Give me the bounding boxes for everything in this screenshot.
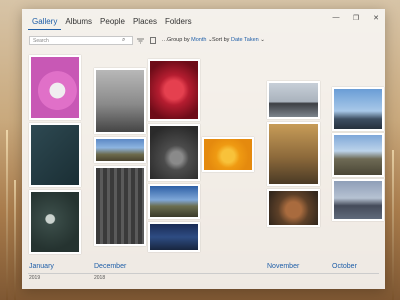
tab-places[interactable]: Places <box>129 15 161 30</box>
photo-thumbnail[interactable] <box>148 184 200 219</box>
year-label: 2018 <box>94 275 106 281</box>
photo-thumbnail[interactable] <box>332 87 384 131</box>
photo-thumbnail[interactable] <box>29 190 81 254</box>
month-label[interactable]: November <box>267 263 299 270</box>
photo-thumbnail[interactable] <box>332 133 384 177</box>
background-grass <box>14 180 16 300</box>
sort-by-dropdown[interactable]: Sort by Date Taken ⌄ <box>212 37 265 43</box>
photos-window: Gallery Albums People Places Folders — ❐… <box>22 9 385 289</box>
photo-thumbnail[interactable] <box>202 137 254 172</box>
maximize-button[interactable]: ❐ <box>351 14 361 22</box>
nav-tabs: Gallery Albums People Places Folders <box>28 15 196 30</box>
month-label[interactable]: December <box>94 263 126 270</box>
tab-albums[interactable]: Albums <box>61 15 96 30</box>
year-label: 2019 <box>29 275 41 281</box>
photo-thumbnail[interactable] <box>94 166 146 246</box>
import-icon[interactable] <box>148 36 157 45</box>
timeline-divider <box>28 273 379 274</box>
tab-folders[interactable]: Folders <box>161 15 196 30</box>
photo-thumbnail[interactable] <box>29 123 81 187</box>
background-grass <box>6 130 8 300</box>
window-controls: — ❐ ✕ <box>331 14 381 22</box>
photo-thumbnail[interactable] <box>148 59 200 121</box>
minimize-button[interactable]: — <box>331 14 341 22</box>
search-icon[interactable]: ⌕ <box>122 37 125 44</box>
month-label[interactable]: October <box>332 263 357 270</box>
group-by-dropdown[interactable]: Group by Month ⌄ <box>167 37 213 43</box>
photo-thumbnail[interactable] <box>29 55 81 120</box>
photo-thumbnail[interactable] <box>267 122 320 186</box>
close-button[interactable]: ✕ <box>371 14 381 22</box>
background-grass <box>392 150 394 300</box>
tab-gallery[interactable]: Gallery <box>28 15 62 30</box>
month-label[interactable]: January <box>29 263 54 270</box>
photo-thumbnail[interactable] <box>148 124 200 181</box>
photo-thumbnail[interactable] <box>94 137 146 163</box>
filter-icon[interactable] <box>136 36 145 45</box>
chevron-down-icon: ⌄ <box>260 37 265 43</box>
photo-thumbnail[interactable] <box>148 222 200 252</box>
photo-thumbnail[interactable] <box>267 81 320 119</box>
photo-thumbnail[interactable] <box>94 68 146 134</box>
search-input[interactable]: Search <box>29 36 133 45</box>
photo-thumbnail[interactable] <box>267 189 320 227</box>
photo-thumbnail[interactable] <box>332 179 384 221</box>
tab-people[interactable]: People <box>96 15 129 30</box>
